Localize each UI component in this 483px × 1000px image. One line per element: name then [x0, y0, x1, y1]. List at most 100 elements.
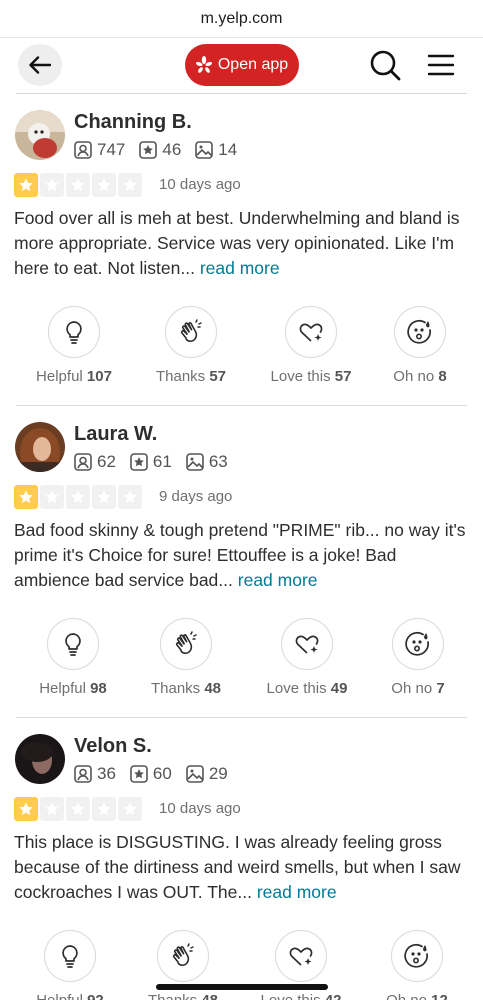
- heart-sparkle-icon: [289, 947, 313, 966]
- review-card: Velon S. 36 60 29 10 days ago This place…: [14, 718, 469, 1000]
- star-rating: [14, 797, 142, 821]
- star-icon: [92, 485, 116, 509]
- read-more-link[interactable]: read more: [257, 882, 337, 902]
- reaction-label: Oh no: [386, 992, 427, 1000]
- star-icon: [92, 173, 116, 197]
- photos-stat: 63: [186, 452, 228, 472]
- reviewer-stats: 747 46 14: [74, 140, 251, 160]
- reviews-count: 61: [152, 452, 172, 471]
- lightbulb-icon: [65, 633, 81, 656]
- reaction-count: 57: [334, 368, 352, 385]
- reaction-count: 92: [87, 992, 104, 1000]
- oh-no-button[interactable]: Oh no 7: [363, 618, 473, 697]
- review-text: Food over all is meh at best. Underwhelm…: [14, 206, 469, 281]
- avatar[interactable]: [15, 422, 65, 472]
- photos-count: 63: [208, 452, 228, 471]
- oh-no-button[interactable]: Oh no 12: [362, 930, 472, 1000]
- photo-icon: [195, 141, 214, 159]
- arrow-left-icon: [29, 56, 51, 74]
- photos-count: 14: [218, 140, 238, 159]
- review-date: 10 days ago: [159, 800, 241, 817]
- top-nav: Open app: [16, 38, 467, 94]
- search-button[interactable]: [368, 48, 402, 82]
- star-icon: [40, 173, 64, 197]
- open-app-label: Open app: [217, 56, 289, 73]
- menu-button[interactable]: [426, 50, 456, 80]
- reaction-label: Love this: [270, 368, 331, 385]
- reaction-count: 48: [201, 992, 218, 1000]
- star-icon: [92, 797, 116, 821]
- friends-count: 747: [97, 140, 126, 159]
- review-body: This place is DISGUSTING. I was already …: [14, 832, 461, 902]
- reviewer-name[interactable]: Velon S.: [74, 735, 152, 758]
- home-indicator[interactable]: [156, 984, 328, 990]
- reaction-label: Love this: [261, 992, 321, 1000]
- friends-stat: 36: [74, 764, 116, 784]
- reaction-count: 12: [431, 992, 448, 1000]
- back-button[interactable]: [18, 44, 62, 86]
- worried-face-icon: [407, 319, 431, 344]
- friends-count: 62: [97, 452, 116, 471]
- friends-icon: [74, 141, 92, 159]
- love-this-button[interactable]: Love this 57: [256, 306, 366, 385]
- helpful-button[interactable]: Helpful 107: [19, 306, 129, 385]
- lightbulb-icon: [66, 321, 82, 344]
- friends-icon: [74, 453, 92, 471]
- user-photo: [15, 110, 65, 160]
- review-date: 9 days ago: [159, 488, 233, 505]
- read-more-link[interactable]: read more: [238, 570, 318, 590]
- love-this-button[interactable]: Love this 49: [252, 618, 362, 697]
- reaction-label: Helpful: [36, 368, 83, 385]
- search-icon: [370, 50, 401, 81]
- reviewer-stats: 36 60 29: [74, 764, 242, 784]
- reviews-stat: 60: [130, 764, 172, 784]
- review-list: Channing B. 747 46 14 10 days ago Food o…: [0, 94, 483, 1000]
- review-text: Bad food skinny & tough pretend "PRIME" …: [14, 518, 469, 593]
- helpful-button[interactable]: Helpful 92: [15, 930, 125, 1000]
- read-more-link[interactable]: read more: [200, 258, 280, 278]
- review-text: This place is DISGUSTING. I was already …: [14, 830, 469, 905]
- star-icon: [118, 485, 142, 509]
- star-icon: [14, 797, 38, 821]
- reaction-count: 49: [330, 680, 348, 697]
- review-card: Channing B. 747 46 14 10 days ago Food o…: [14, 94, 469, 406]
- reaction-label: Thanks: [155, 368, 206, 385]
- reviewer-stats: 62 61 63: [74, 452, 242, 472]
- photos-count: 29: [208, 764, 228, 783]
- star-icon: [14, 173, 38, 197]
- reaction-label: Oh no: [391, 680, 433, 697]
- clapping-hand-icon: [180, 319, 202, 343]
- star-icon: [118, 797, 142, 821]
- star-icon: [118, 173, 142, 197]
- friends-icon: [74, 765, 92, 783]
- user-photo: [15, 734, 65, 784]
- reaction-count: 7: [436, 680, 445, 697]
- browser-url-bar[interactable]: m.yelp.com: [0, 0, 483, 38]
- oh-no-button[interactable]: Oh no 8: [365, 306, 475, 385]
- photos-stat: 14: [195, 140, 237, 160]
- reaction-label: Thanks: [148, 992, 197, 1000]
- reaction-count: 57: [209, 368, 227, 385]
- photo-icon: [186, 765, 204, 783]
- reaction-count: 48: [204, 680, 222, 697]
- avatar[interactable]: [15, 110, 65, 160]
- heart-sparkle-icon: [295, 635, 319, 654]
- reviews-stat: 46: [139, 140, 181, 160]
- helpful-button[interactable]: Helpful 98: [18, 618, 128, 697]
- reaction-count: 107: [86, 368, 112, 385]
- reaction-bar: Helpful 107 Thanks 57 Love this 57 Oh no…: [16, 306, 467, 386]
- reviewer-name[interactable]: Channing B.: [74, 111, 192, 134]
- review-date: 10 days ago: [159, 176, 241, 193]
- thanks-button[interactable]: Thanks 57: [136, 306, 246, 385]
- avatar[interactable]: [15, 734, 65, 784]
- reaction-count: 42: [325, 992, 342, 1000]
- thanks-button[interactable]: Thanks 48: [131, 618, 241, 697]
- open-app-button[interactable]: Open app: [185, 44, 299, 86]
- reviewer-name[interactable]: Laura W.: [74, 423, 157, 446]
- reaction-label: Love this: [266, 680, 327, 697]
- clapping-hand-icon: [172, 943, 194, 967]
- photos-stat: 29: [186, 764, 228, 784]
- star-icon: [40, 797, 64, 821]
- hamburger-menu-icon: [427, 54, 455, 76]
- heart-sparkle-icon: [299, 323, 323, 342]
